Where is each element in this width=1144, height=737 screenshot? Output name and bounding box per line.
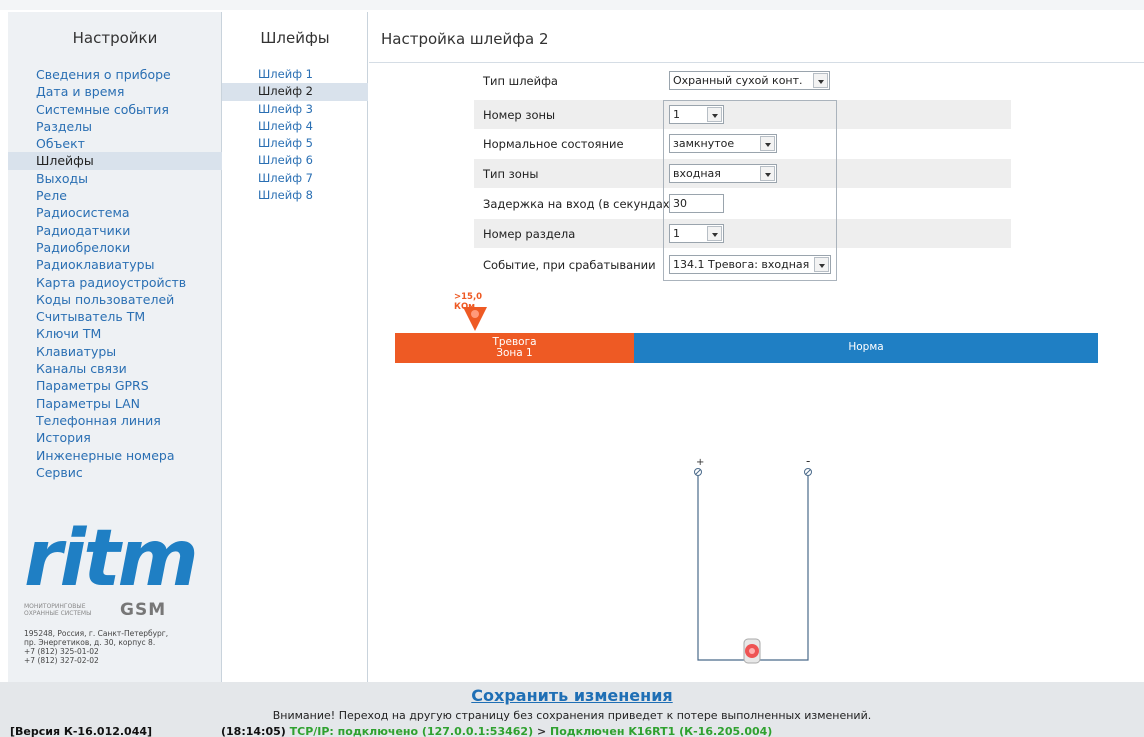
- entry-delay-label: Задержка на вход (в секундах): [483, 197, 675, 211]
- connection-status: (18:14:05) TCP/IP: подключено (127.0.0.1…: [221, 725, 772, 737]
- sidebar-item-engineer-numbers[interactable]: Инженерные номера: [8, 447, 222, 464]
- sensor-icon[interactable]: [743, 638, 761, 664]
- loops-list: Шлейф 1 Шлейф 2 Шлейф 3 Шлейф 4 Шлейф 5 …: [222, 66, 368, 204]
- zone-type-label: Тип зоны: [483, 167, 539, 181]
- zone-params-group-frame: [663, 100, 837, 281]
- status-time: (18:14:05): [221, 725, 286, 737]
- company-address: 195248, Россия, г. Санкт-Петербург, пр. …: [24, 629, 219, 665]
- resistance-marker-icon[interactable]: [462, 306, 488, 332]
- alarm-zone-label: Зона 1: [496, 347, 533, 359]
- section-number-label: Номер раздела: [483, 227, 576, 241]
- sidebar-item-radio-keypads[interactable]: Радиоклавиатуры: [8, 256, 222, 273]
- chevron-down-icon: [813, 73, 828, 88]
- loop-item-8[interactable]: Шлейф 8: [222, 187, 368, 204]
- normal-state-label: Нормальное состояние: [483, 137, 624, 151]
- loops-title: Шлейфы: [260, 29, 330, 47]
- sidebar-item-tm-reader[interactable]: Считыватель ТМ: [8, 308, 222, 325]
- address-line: пр. Энергетиков, д. 30, корпус 8.: [24, 638, 156, 647]
- firmware-version: [Версия К-16.012.044]: [10, 725, 153, 737]
- top-strip: [0, 0, 1144, 10]
- loop-wiring-diagram: + -: [694, 454, 812, 664]
- settings-menu: Сведения о приборе Дата и время Системны…: [8, 66, 222, 481]
- logo-tagline-line2: охранные системы: [24, 610, 92, 617]
- loop-item-7[interactable]: Шлейф 7: [222, 170, 368, 187]
- logo-tagline: Мониторинговые охранные системы: [24, 603, 104, 617]
- plus-terminal-label: +: [696, 457, 704, 468]
- loop-type-select[interactable]: Охранный сухой конт.: [669, 71, 830, 90]
- alarm-range-bar: Тревога Зона 1: [395, 333, 634, 363]
- title-divider: [369, 62, 1144, 63]
- sidebar-item-device-info[interactable]: Сведения о приборе: [8, 66, 222, 83]
- phone-line: +7 (812) 327-02-02: [24, 656, 99, 665]
- loop-item-3[interactable]: Шлейф 3: [222, 101, 368, 118]
- status-separator: >: [536, 725, 547, 737]
- sidebar-item-gprs[interactable]: Параметры GPRS: [8, 377, 222, 394]
- sidebar-item-lan[interactable]: Параметры LAN: [8, 395, 222, 412]
- loop-wire: [697, 476, 809, 661]
- sidebar-item-date-time[interactable]: Дата и время: [8, 83, 222, 100]
- logo-tagline-line1: Мониторинговые: [24, 603, 86, 610]
- sidebar-item-radio-system[interactable]: Радиосистема: [8, 204, 222, 221]
- loop-item-5[interactable]: Шлейф 5: [222, 135, 368, 152]
- sidebar-item-radio-map[interactable]: Карта радиоустройств: [8, 274, 222, 291]
- logo-gsm: GSM: [120, 600, 167, 620]
- save-changes-link[interactable]: Сохранить изменения: [0, 686, 1144, 705]
- footer-bar: Сохранить изменения Внимание! Переход на…: [0, 682, 1144, 737]
- row-loop-type: Тип шлейфа Охранный сухой конт.: [474, 66, 1011, 95]
- settings-sidebar: Настройки Сведения о приборе Дата и врем…: [8, 12, 222, 682]
- phone-line: +7 (812) 325-01-02: [24, 647, 99, 656]
- sidebar-item-tm-keys[interactable]: Ключи ТМ: [8, 325, 222, 342]
- sidebar-item-channels[interactable]: Каналы связи: [8, 360, 222, 377]
- loop-settings-panel: Настройка шлейфа 2 Тип шлейфа Охранный с…: [369, 12, 1144, 682]
- ritm-logo: ritm Мониторинговые охранные системы GSM: [24, 514, 214, 620]
- tcp-status: TCP/IP: подключено (127.0.0.1:53462): [289, 725, 534, 737]
- loops-panel: Шлейфы Шлейф 1 Шлейф 2 Шлейф 3 Шлейф 4 Ш…: [222, 12, 368, 682]
- loop-item-1[interactable]: Шлейф 1: [222, 66, 368, 83]
- sidebar-item-object[interactable]: Объект: [8, 135, 222, 152]
- norm-range-bar: Норма: [634, 333, 1098, 363]
- logo-wordmark: ritm: [24, 514, 199, 604]
- sidebar-item-phone-line[interactable]: Телефонная линия: [8, 412, 222, 429]
- sidebar-item-radio-sensors[interactable]: Радиодатчики: [8, 222, 222, 239]
- page-title: Настройка шлейфа 2: [381, 30, 549, 48]
- sidebar-item-system-events[interactable]: Системные события: [8, 101, 222, 118]
- sidebar-item-radio-fobs[interactable]: Радиобрелоки: [8, 239, 222, 256]
- norm-range-label: Норма: [848, 341, 884, 353]
- minus-terminal-icon: [804, 468, 812, 476]
- zone-number-label: Номер зоны: [483, 108, 556, 122]
- unsaved-warning: Внимание! Переход на другую страницу без…: [272, 709, 872, 722]
- sidebar-item-outputs[interactable]: Выходы: [8, 170, 222, 187]
- sidebar-item-keypads[interactable]: Клавиатуры: [8, 343, 222, 360]
- sidebar-item-user-codes[interactable]: Коды пользователей: [8, 291, 222, 308]
- minus-terminal-label: -: [806, 454, 810, 468]
- sidebar-item-loops[interactable]: Шлейфы: [8, 152, 222, 170]
- plus-terminal-icon: [694, 468, 702, 476]
- sidebar-item-service[interactable]: Сервис: [8, 464, 222, 481]
- loop-type-label: Тип шлейфа: [483, 74, 558, 88]
- device-status: Подключен K16RT1 (К-16.205.004): [550, 725, 773, 737]
- event-on-trigger-label: Событие, при срабатывании: [483, 258, 656, 272]
- sidebar-item-sections[interactable]: Разделы: [8, 118, 222, 135]
- sidebar-item-history[interactable]: История: [8, 429, 222, 446]
- loop-item-2[interactable]: Шлейф 2: [222, 83, 368, 101]
- loop-type-value: Охранный сухой конт.: [673, 74, 803, 87]
- address-line: 195248, Россия, г. Санкт-Петербург,: [24, 629, 169, 638]
- loop-item-4[interactable]: Шлейф 4: [222, 118, 368, 135]
- loop-item-6[interactable]: Шлейф 6: [222, 152, 368, 169]
- sidebar-title: Настройки: [72, 29, 158, 47]
- sidebar-item-relay[interactable]: Реле: [8, 187, 222, 204]
